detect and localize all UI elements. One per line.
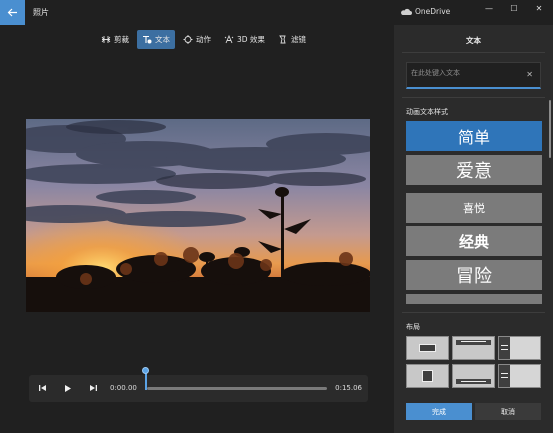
- layout-left-panel[interactable]: [498, 364, 541, 388]
- style-item-classic[interactable]: 经典: [406, 226, 542, 256]
- 3d-effects-icon: [224, 35, 234, 44]
- 3d-effects-tool-button[interactable]: 3D 效果: [219, 30, 270, 49]
- panel-title: 文本: [466, 36, 481, 45]
- layout-center-box-small[interactable]: [406, 364, 449, 388]
- style-item-love[interactable]: 爱意: [406, 155, 542, 185]
- previous-frame-icon: [38, 385, 46, 391]
- playhead-handle[interactable]: [142, 367, 149, 374]
- text-tool-button[interactable]: 文本: [137, 30, 175, 49]
- layout-bottom-banner[interactable]: [452, 364, 495, 388]
- motion-tool-button[interactable]: 动作: [178, 30, 216, 49]
- trim-tool-button[interactable]: 剪裁: [96, 30, 134, 49]
- arrow-left-icon: [7, 8, 17, 17]
- motion-icon: [183, 35, 193, 44]
- seek-bar[interactable]: [147, 387, 327, 390]
- window-titlebar: OneDrive — ☐ ✕: [394, 0, 553, 25]
- playback-controls: 0:00.00 0:15.06: [29, 367, 368, 402]
- layout-left-side[interactable]: [498, 336, 541, 360]
- filter-tool-button[interactable]: 滤镜: [273, 30, 311, 49]
- play-icon: [65, 384, 71, 392]
- clear-text-button[interactable]: ✕: [526, 70, 533, 79]
- 3d-effects-tool-label: 3D 效果: [237, 35, 265, 44]
- next-frame-button[interactable]: [87, 382, 99, 394]
- back-button[interactable]: [0, 0, 25, 25]
- text-tool-label: 文本: [155, 35, 170, 44]
- style-item-joy[interactable]: 喜悦: [406, 193, 542, 223]
- layout-center-box[interactable]: [406, 336, 449, 360]
- editor-area: 照片 剪裁 文本 动作 3D 效果 滤镜 0:00.00 0:15.06: [0, 0, 394, 433]
- minimize-button[interactable]: —: [482, 4, 496, 13]
- next-frame-icon: [89, 385, 97, 391]
- divider: [402, 97, 545, 98]
- onedrive-icon: [401, 8, 412, 15]
- divider: [402, 312, 545, 313]
- edit-toolbar: 剪裁 文本 动作 3D 效果 滤镜: [96, 30, 311, 49]
- done-button[interactable]: 完成: [406, 403, 472, 420]
- style-item-quiet[interactable]: 文静: [406, 294, 542, 304]
- motion-tool-label: 动作: [196, 35, 211, 44]
- text-icon: [143, 35, 152, 44]
- text-input-box: ✕: [406, 62, 541, 89]
- app-title: 照片: [33, 8, 49, 17]
- style-item-simple[interactable]: 简单: [406, 121, 542, 151]
- divider: [402, 52, 545, 53]
- playhead-line: [145, 373, 147, 390]
- filter-tool-label: 滤镜: [290, 35, 306, 44]
- animated-text-style-label: 动画文本样式: [406, 108, 448, 116]
- style-item-adventure[interactable]: 冒险: [406, 260, 542, 290]
- previous-frame-button[interactable]: [36, 382, 48, 394]
- close-window-button[interactable]: ✕: [532, 4, 546, 13]
- text-panel: OneDrive — ☐ ✕ 文本 ✕ 动画文本样式 简单 爱意 喜悦 经典 冒…: [394, 0, 553, 433]
- play-button[interactable]: [62, 382, 74, 394]
- layout-label: 布局: [406, 323, 420, 331]
- filter-icon: [279, 35, 286, 44]
- text-style-list: 简单 爱意 喜悦 经典 冒险 文静: [406, 121, 542, 304]
- sunflower-sunset-photo: [26, 119, 370, 312]
- current-time: 0:00.00: [110, 384, 137, 392]
- trim-tool-label: 剪裁: [114, 35, 129, 44]
- style-list-scrollbar[interactable]: [549, 100, 551, 158]
- total-time: 0:15.06: [335, 384, 362, 392]
- cancel-button[interactable]: 取消: [475, 403, 541, 420]
- trim-icon: [101, 36, 111, 43]
- onedrive-label: OneDrive: [415, 7, 451, 16]
- text-input[interactable]: [411, 66, 523, 80]
- layout-top-banner[interactable]: [452, 336, 495, 360]
- maximize-button[interactable]: ☐: [507, 4, 521, 13]
